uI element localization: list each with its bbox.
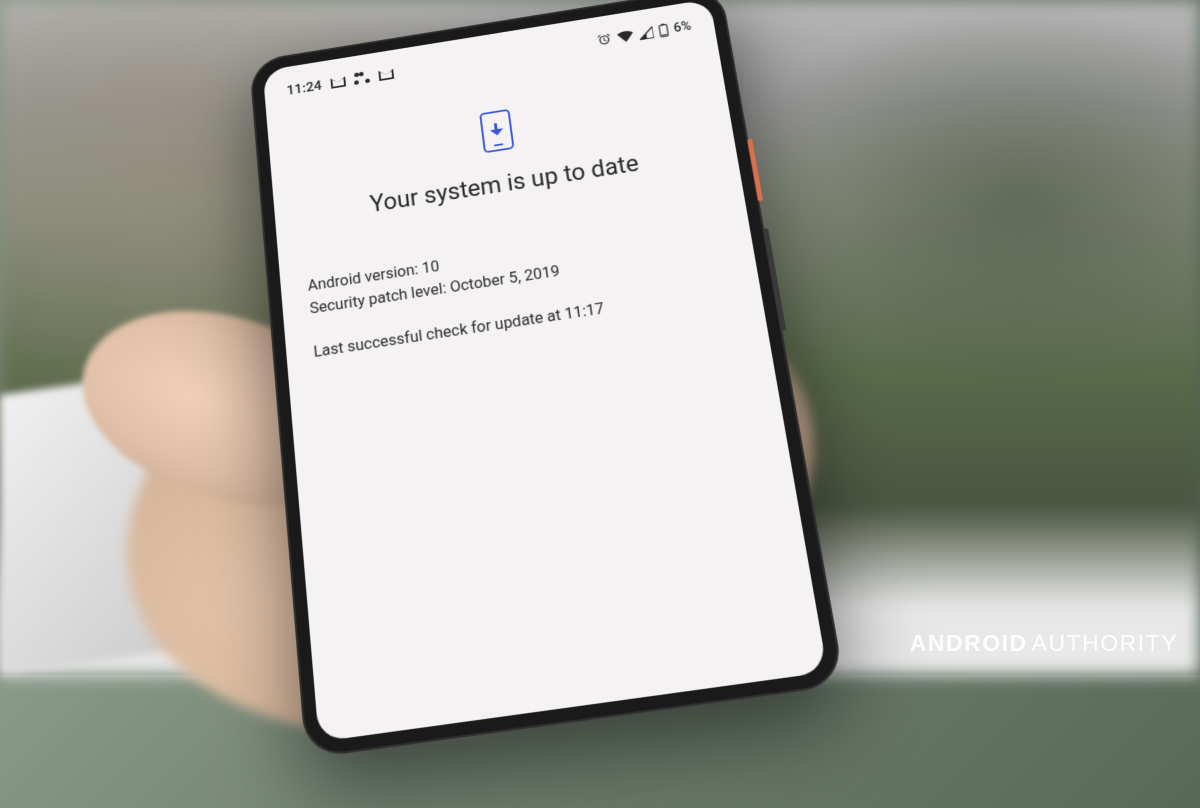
- status-bar-left: 11:24: [286, 66, 395, 98]
- wifi-icon: [616, 29, 634, 43]
- signal-icon: [638, 26, 654, 40]
- status-time: 11:24: [286, 78, 322, 99]
- battery-icon: [658, 23, 670, 38]
- gmail-icon: [378, 69, 394, 81]
- system-update-panel: Your system is up to date Android versio…: [266, 41, 768, 406]
- watermark-brand-bold: ANDROID: [910, 630, 1028, 656]
- phone-screen[interactable]: 11:24: [263, 0, 828, 742]
- android-version-value: 10: [421, 257, 440, 277]
- watermark-logo: ANDROIDAUTHORITY: [910, 630, 1178, 657]
- battery-percentage: 6%: [673, 19, 693, 35]
- gmail-icon: [330, 76, 346, 88]
- watermark-brand-light: AUTHORITY: [1032, 630, 1178, 656]
- alarm-icon: [596, 32, 613, 48]
- status-bar-right: 6%: [596, 19, 693, 48]
- share-dots-icon: [354, 71, 370, 87]
- system-update-icon: [479, 109, 514, 154]
